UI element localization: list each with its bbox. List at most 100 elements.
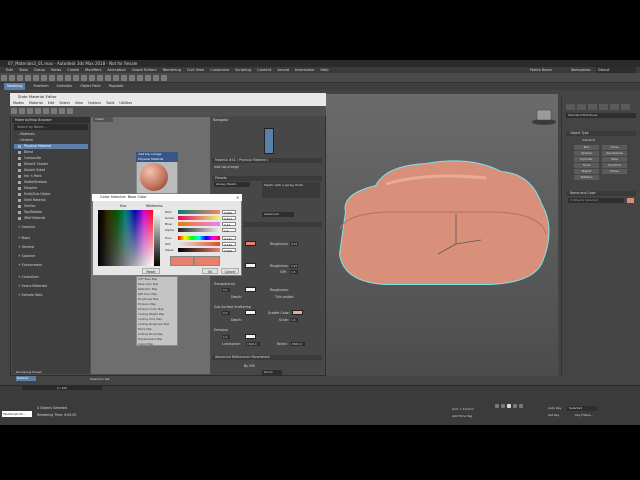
redo-icon[interactable] [9,75,15,81]
sss-weight-spinner[interactable]: 0.0 [222,311,230,315]
list-item[interactable]: Shellac [14,204,88,209]
rotate-icon[interactable] [73,75,79,81]
utilities-tab-icon[interactable] [621,104,630,110]
pyramid-button[interactable]: Pyramid [602,163,627,168]
red-slider[interactable] [178,210,220,214]
blue-slider[interactable] [178,222,220,226]
curve-editor-icon[interactable] [129,75,135,81]
refl-roughness-spinner[interactable]: 0.25 [290,264,298,268]
sat-slider[interactable] [178,242,220,246]
list-item[interactable]: Morpher [14,186,88,191]
go-to-end-icon[interactable] [519,404,523,408]
green-value[interactable]: 0.502 [222,216,236,221]
alpha-value[interactable]: 1.0 [222,228,236,233]
angle-snap-icon[interactable] [97,75,103,81]
align-icon[interactable] [113,75,119,81]
select-icon[interactable] [41,75,47,81]
category-general[interactable]: - General [14,138,88,143]
category-environment[interactable]: + Environment [14,263,88,268]
whiteness-bar[interactable] [154,210,160,266]
category-scene-materials[interactable]: + Scene Materials [14,284,88,289]
list-item[interactable]: Composite [14,156,88,161]
scale-spinner[interactable]: 1.0 [290,318,298,322]
by-ior-radio[interactable]: By IOR [244,364,255,368]
base-color-swatch[interactable] [245,241,256,246]
list-item[interactable]: Matte/Shadow [14,180,88,185]
sss-color-swatch[interactable] [245,310,256,315]
emission-color-swatch[interactable] [245,334,256,339]
torus-button[interactable]: Torus [574,163,599,168]
close-icon[interactable]: × [236,195,241,200]
list-item[interactable]: Ink 'n Paint [14,174,88,179]
node-map-slot[interactable]: Cutout Map [138,342,176,347]
blue-value[interactable]: 0.42 [222,222,236,227]
sme-layout-icon[interactable] [67,108,73,114]
transparency-weight-spinner[interactable]: 0.0 [222,288,230,292]
list-item[interactable]: XRef Material [14,216,88,221]
textplus-button[interactable]: TextPlus [574,175,599,180]
list-item[interactable]: Shell Material [14,198,88,203]
move-icon[interactable] [65,75,71,81]
mirror-icon[interactable] [105,75,111,81]
value-value[interactable]: 0.906 [222,248,236,253]
object-name-field[interactable]: 4 Objects Selected [568,198,624,203]
render-icon[interactable] [161,75,167,81]
sphere-button[interactable]: Sphere [574,151,599,156]
category-scanline[interactable]: + Scanline [14,225,88,230]
luminance-spinner[interactable]: 1500.0 [246,342,260,346]
transparency-color-swatch[interactable] [245,287,256,292]
red-value[interactable]: 0.906 [222,210,236,215]
category-sample-slots[interactable]: + Sample Slots [14,293,88,298]
select-by-name-icon[interactable] [49,75,55,81]
hue-value[interactable]: 0.031 [222,236,236,241]
category-materials[interactable]: - Materials [14,132,88,137]
render-setup-icon[interactable] [153,75,159,81]
ior-spinner[interactable]: 1.5 [290,270,298,274]
list-item[interactable]: Physical Material [14,144,88,149]
hierarchy-tab-icon[interactable] [588,104,597,110]
category-maps-general[interactable]: + General [14,245,88,250]
ribbon-tab-object-paint[interactable]: Object Paint [80,83,101,90]
object-color-swatch[interactable] [627,198,634,203]
ribbon-tab-populate[interactable]: Populate [109,83,124,90]
play-icon[interactable] [507,404,511,408]
next-frame-icon[interactable] [513,404,517,408]
sme-show-map-icon[interactable] [59,108,65,114]
alpha-slider[interactable] [178,228,220,232]
cancel-button[interactable]: Cancel [221,268,239,274]
preset-select[interactable]: Glossy Plastic [214,182,250,187]
time-slider[interactable]: 0 / 100 [22,386,102,390]
cylinder-button[interactable]: Cylinder [574,157,599,162]
adv-reflectance-rollout[interactable]: Advanced Reflectance Parameters [212,355,322,360]
selected-select[interactable]: Selected [567,406,597,411]
view-tab[interactable]: View1 [93,117,113,122]
object-type-rollout[interactable]: Object Type [566,131,636,136]
green-slider[interactable] [178,216,220,220]
sme-move-children-icon[interactable] [51,108,57,114]
ribbon-tab-selection[interactable]: Selection [57,83,73,90]
sme-put-icon[interactable] [27,108,33,114]
auto-key-button[interactable]: Auto Key [548,406,566,411]
list-item[interactable]: Top/Bottom [14,210,88,215]
link-icon[interactable] [17,75,23,81]
ribbon-tab-freeform[interactable]: Freeform [33,83,48,90]
emission-weight-spinner[interactable]: 1.0 [222,335,230,339]
material-editor-icon[interactable] [145,75,151,81]
material-name-field[interactable]: mat top orange [214,165,239,169]
snap-icon[interactable] [89,75,95,81]
sme-pick-icon[interactable] [19,108,25,114]
layer-icon[interactable] [121,75,127,81]
view-cube-icon[interactable] [532,109,556,125]
default-layer[interactable]: Default [16,376,36,381]
schematic-icon[interactable] [137,75,143,81]
scatter-color-swatch[interactable] [292,310,303,315]
kelvin-spinner[interactable]: 6500.0 [291,342,305,346]
ok-button[interactable]: OK [202,268,218,274]
list-item[interactable]: Blend [14,150,88,155]
selection-set-label[interactable]: Selection Set [90,377,120,382]
key-filters-button[interactable]: Key Filters... [575,413,605,418]
category-maps-scanline[interactable]: + Scanline [14,254,88,259]
unlink-icon[interactable] [25,75,31,81]
category-controllers[interactable]: + Controllers [14,275,88,280]
list-item[interactable]: DirectX Shader [14,162,88,167]
